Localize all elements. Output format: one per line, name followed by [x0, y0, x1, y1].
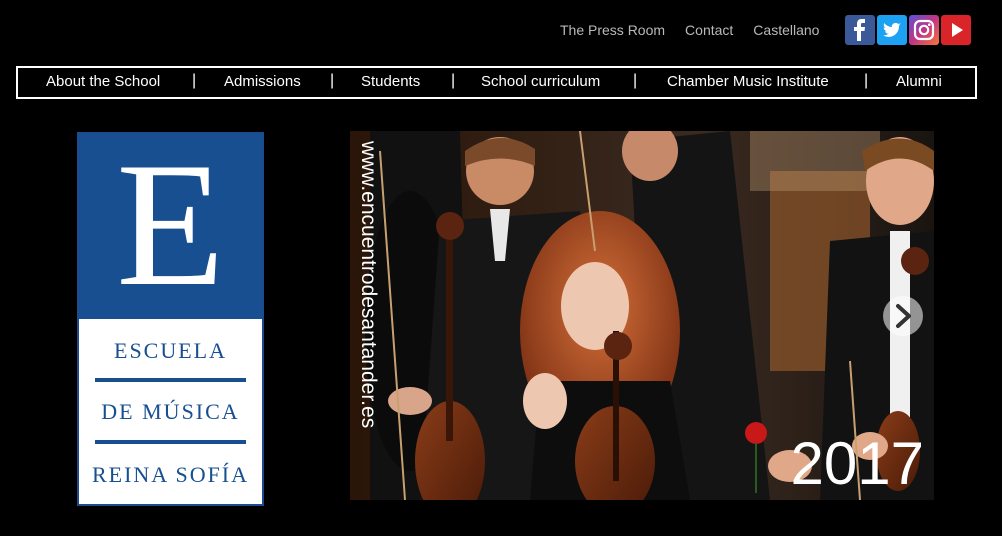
hero-url-text: www.encuentrodesantander.es: [357, 141, 380, 429]
logo-line-3: REINA SOFÍA: [91, 462, 250, 487]
logo-letter: E: [116, 124, 225, 323]
contact-link[interactable]: Contact: [685, 22, 733, 38]
nav-about[interactable]: About the School: [46, 73, 160, 90]
top-links: The Press Room Contact Castellano: [560, 22, 839, 38]
nav-admissions[interactable]: Admissions: [224, 73, 301, 90]
press-room-link[interactable]: The Press Room: [560, 22, 665, 38]
nav-separator: |: [330, 72, 335, 89]
nav-curriculum[interactable]: School curriculum: [481, 73, 600, 90]
logo-divider: [95, 378, 246, 382]
nav-separator: |: [864, 72, 869, 89]
nav-alumni[interactable]: Alumni: [896, 73, 942, 90]
facebook-icon[interactable]: [845, 15, 875, 45]
nav-separator: |: [633, 72, 638, 89]
chevron-right-icon: [896, 304, 911, 328]
main-nav: About the School | Admissions | Students…: [16, 66, 977, 99]
hero-slideshow: www.encuentrodesantander.es 2017: [350, 131, 934, 500]
language-link[interactable]: Castellano: [753, 22, 819, 38]
nav-separator: |: [192, 72, 197, 89]
school-logo[interactable]: E ESCUELA DE MÚSICA REINA SOFÍA: [77, 132, 264, 506]
nav-chamber-music[interactable]: Chamber Music Institute: [667, 73, 829, 90]
youtube-icon[interactable]: [941, 15, 971, 45]
logo-emblem: E: [79, 134, 262, 319]
logo-line-1: ESCUELA: [114, 338, 227, 363]
nav-separator: |: [451, 72, 456, 89]
nav-students[interactable]: Students: [361, 73, 420, 90]
logo-divider: [95, 440, 246, 444]
logo-line-2: DE MÚSICA: [101, 399, 240, 424]
instagram-icon[interactable]: [909, 15, 939, 45]
twitter-icon[interactable]: [877, 15, 907, 45]
social-icons: [845, 15, 971, 45]
hero-year: 2017: [790, 430, 924, 497]
slideshow-next-button[interactable]: [883, 296, 923, 336]
